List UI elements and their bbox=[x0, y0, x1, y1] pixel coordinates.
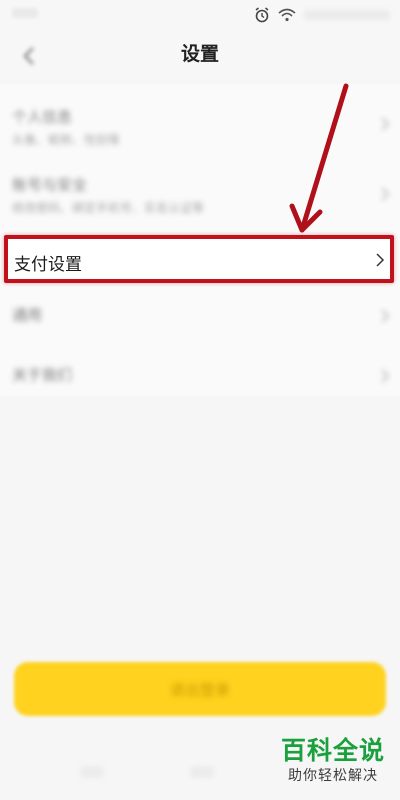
logout-button[interactable]: 退出登录 bbox=[14, 662, 386, 716]
wifi-icon bbox=[278, 8, 296, 22]
settings-item-subtitle: 头像、昵称、性别等 bbox=[12, 133, 121, 147]
settings-item-title: 支付设置 bbox=[14, 255, 82, 275]
settings-item-title: 个人信息 bbox=[12, 108, 73, 126]
chevron-right-icon bbox=[381, 187, 390, 201]
watermark-subtitle: 助你轻松解决 bbox=[288, 768, 378, 784]
settings-item-about[interactable]: 关于我们 bbox=[0, 356, 400, 396]
watermark: 百科全说 助你轻松解决 bbox=[274, 736, 392, 792]
header: 设置 bbox=[0, 30, 400, 80]
settings-item-title: 账号与安全 bbox=[12, 176, 88, 194]
chevron-right-icon bbox=[381, 369, 390, 383]
alarm-icon bbox=[255, 7, 269, 23]
logout-label: 退出登录 bbox=[169, 681, 230, 699]
settings-item-subtitle: 修改密码、绑定手机号、实名认证等 bbox=[12, 201, 205, 215]
status-icons bbox=[254, 7, 390, 23]
nav-home-icon[interactable] bbox=[190, 766, 214, 778]
annotation-arrow-icon bbox=[289, 83, 349, 233]
settings-item-title: 关于我们 bbox=[12, 366, 73, 384]
page-title: 设置 bbox=[180, 43, 219, 65]
watermark-title: 百科全说 bbox=[280, 736, 385, 765]
settings-item-title: 通用 bbox=[12, 306, 43, 324]
chevron-right-icon bbox=[376, 253, 385, 267]
settings-item-general[interactable]: 通用 bbox=[0, 296, 400, 336]
battery-signal-indicators bbox=[304, 10, 390, 20]
chevron-right-icon bbox=[381, 309, 390, 323]
chevron-right-icon bbox=[381, 117, 390, 131]
nav-back-icon[interactable] bbox=[80, 766, 104, 778]
status-time bbox=[12, 8, 38, 18]
status-bar bbox=[0, 0, 400, 30]
